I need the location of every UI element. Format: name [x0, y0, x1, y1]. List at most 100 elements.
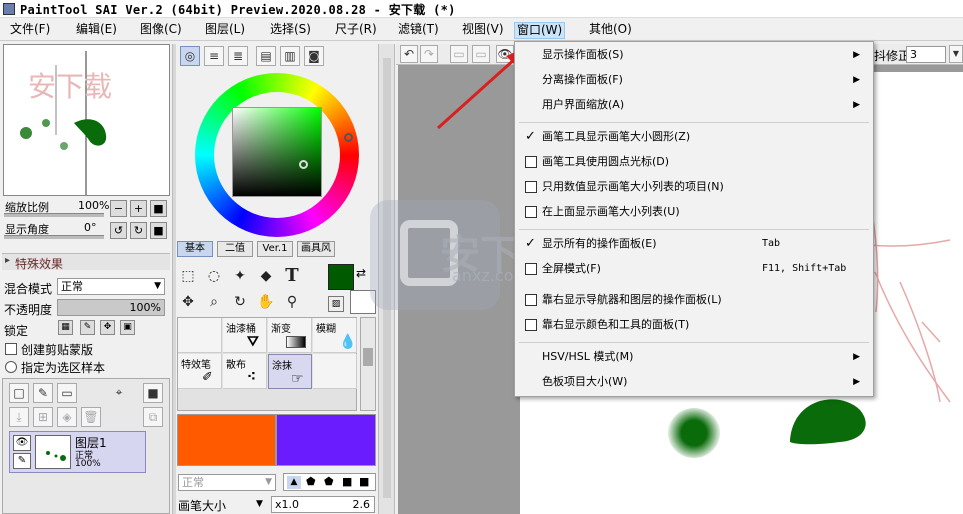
selection-sample-radio[interactable] [5, 361, 17, 373]
rotate-right-button[interactable]: ↻ [130, 222, 147, 239]
brush-cell-fx[interactable]: 特效笔 ✐ [178, 354, 222, 389]
color-swatch-orange[interactable] [177, 414, 276, 466]
brush-cell-empty-2[interactable] [313, 354, 357, 389]
zoom-icon[interactable]: ⌕ [204, 292, 224, 312]
menu-select[interactable]: 选择(S) [268, 22, 313, 39]
menu-swatch-size[interactable]: 色板项目大小(W) ▶ [516, 371, 872, 393]
layer-row[interactable]: 👁 ✎ 图层1 正常 100% [9, 431, 146, 473]
layer-effects-icon[interactable]: ⌖ [109, 383, 129, 403]
menu-show-panels[interactable]: 显示操作面板(S) ▶ [516, 44, 872, 66]
apply-mask-icon[interactable]: ⧉ [143, 407, 163, 427]
menu-ruler[interactable]: 尺子(R) [333, 22, 379, 39]
clipping-mask-checkbox[interactable] [5, 343, 17, 355]
brush-grid-scrollbar[interactable] [360, 317, 376, 411]
brush-mode-icon[interactable]: ✎ [13, 453, 31, 469]
menu-fullscreen[interactable]: 全屏模式(F) F11, Shift+Tab [516, 258, 872, 280]
scrollbar-thumb[interactable] [363, 348, 373, 366]
menu-show-all-panels[interactable]: ✓ 显示所有的操作面板(E) Tab [516, 233, 872, 255]
rotate-icon[interactable]: ↻ [230, 292, 250, 312]
duplicate-layer-icon[interactable]: ⊞ [33, 407, 53, 427]
new-folder-icon[interactable]: ▭ [57, 383, 77, 403]
undo-icon[interactable]: ↶ [400, 45, 418, 63]
brush-cell-smudge[interactable]: 涂抹 ☞ [268, 354, 312, 389]
layer-mask-icon[interactable]: ■ [143, 383, 163, 403]
main-color-swatch[interactable] [328, 264, 354, 290]
effects-header[interactable]: ▸ 特殊效果 [2, 253, 170, 271]
brush-cell-blur[interactable]: 模糊 💧 [313, 318, 357, 353]
tab-artist[interactable]: 画具风 [297, 241, 335, 257]
lock-transparency-icon[interactable]: ▦ [58, 320, 73, 335]
stabilizer-select[interactable]: 3 [906, 46, 946, 63]
shape-icon[interactable]: ◆ [256, 266, 276, 286]
zoom-out-button[interactable]: − [110, 200, 127, 217]
move-icon[interactable]: ✥ [178, 292, 198, 312]
eyedropper-icon[interactable]: ⚲ [282, 292, 302, 312]
color-swatch-purple[interactable] [276, 414, 376, 466]
brush-cell-bucket[interactable]: 油漆桶 ⛛ [223, 318, 267, 353]
eye-icon[interactable]: 👁 [13, 435, 31, 451]
navigator-preview[interactable]: 安下载 [3, 44, 170, 196]
tab-basic[interactable]: 基本 [177, 241, 213, 257]
brush-shape-flat-icon[interactable]: ■ [359, 475, 369, 488]
rotate-reset-button[interactable]: ■ [150, 222, 167, 239]
menu-file[interactable]: 文件(F) [8, 22, 52, 39]
sv-handle[interactable] [299, 160, 308, 169]
menu-image[interactable]: 图像(C) [138, 22, 184, 39]
saturation-value-box[interactable] [232, 107, 322, 197]
brush-size-dropdown-icon[interactable]: ▼ [256, 499, 263, 509]
menu-window[interactable]: 窗口(W) [514, 22, 566, 39]
text-tool-icon[interactable]: T [282, 266, 302, 286]
brush-size-field[interactable]: x1.0 2.6 [271, 496, 375, 513]
panel-divider[interactable] [172, 44, 176, 514]
menu-view[interactable]: 视图(V) [460, 22, 506, 39]
menu-detach-panels[interactable]: 分离操作面板(F) ▶ [516, 69, 872, 91]
menu-hsv-mode[interactable]: HSV/HSL 模式(M) ▶ [516, 346, 872, 368]
brush-shape-square-icon[interactable]: ■ [342, 475, 352, 488]
angle-slider[interactable] [4, 235, 104, 239]
menu-edit[interactable]: 编辑(E) [74, 22, 119, 39]
hand-icon[interactable]: ✋ [256, 292, 276, 312]
zoom-reset-button[interactable]: ■ [150, 200, 167, 217]
menu-brush-size-circle[interactable]: ✓ 画笔工具显示画笔大小圆形(Z) [516, 126, 872, 148]
merge-down-icon[interactable]: ⤓ [9, 407, 29, 427]
color-picker-tab-icon[interactable]: ◙ [304, 46, 324, 66]
new-linework-icon[interactable]: ✎ [33, 383, 53, 403]
brush-shape-wide-icon[interactable]: ⬟ [324, 475, 334, 488]
menu-color-tools-right[interactable]: 靠右显示颜色和工具的面板(T) [516, 314, 872, 336]
brush-shape-selector[interactable]: ▲ ⬟ ⬟ ■ ■ [283, 473, 376, 491]
hsv-slider-tab-icon[interactable]: ≣ [228, 46, 248, 66]
brush-cell-scatter[interactable]: 散布 ⁖ [223, 354, 267, 389]
menu-ui-scale[interactable]: 用户界面缩放(A) ▶ [516, 94, 872, 116]
zoom-in-button[interactable]: + [130, 200, 147, 217]
menu-filter[interactable]: 滤镜(T) [396, 22, 441, 39]
lock-paint-icon[interactable]: ✎ [80, 320, 95, 335]
swatch-tab-icon[interactable]: ▤ [256, 46, 276, 66]
delete-layer-icon[interactable]: 🗑 [81, 407, 101, 427]
transparent-color-icon[interactable]: ▨ [328, 296, 344, 312]
hue-handle[interactable] [344, 133, 353, 142]
menu-dot-cursor[interactable]: 画笔工具使用圆点光标(D) [516, 151, 872, 173]
menu-size-list-top[interactable]: 在上面显示画笔大小列表(U) [516, 201, 872, 223]
blend-mode-select[interactable]: 正常 ▼ [57, 278, 165, 295]
rgb-slider-tab-icon[interactable]: ≡ [204, 46, 224, 66]
stabilizer-dropdown-icon[interactable]: ▼ [949, 45, 963, 63]
menu-other[interactable]: 其他(O) [587, 22, 634, 39]
menu-navigator-right[interactable]: 靠右显示导航器和图层的操作面板(L) [516, 289, 872, 311]
menu-layer[interactable]: 图层(L) [203, 22, 247, 39]
opacity-slider[interactable]: 100% [57, 299, 165, 316]
clear-layer-icon[interactable]: ◈ [57, 407, 77, 427]
swap-colors-icon[interactable]: ⇄ [356, 266, 366, 280]
brush-shape-triangle-icon[interactable]: ▲ [287, 476, 301, 489]
rotate-left-button[interactable]: ↺ [110, 222, 127, 239]
lock-move-icon[interactable]: ✥ [100, 320, 115, 335]
scratchpad-tab-icon[interactable]: ▥ [280, 46, 300, 66]
brush-shape-round-icon[interactable]: ⬟ [306, 475, 316, 488]
magic-wand-icon[interactable]: ✦ [230, 266, 250, 286]
lasso-icon[interactable]: ◌ [204, 266, 224, 286]
brush-cell-empty[interactable] [178, 318, 222, 353]
new-layer-icon[interactable]: □ [9, 383, 29, 403]
lock-all-icon[interactable]: ▣ [120, 320, 135, 335]
tab-ver1[interactable]: Ver.1 [257, 241, 293, 257]
color-wheel-tab-icon[interactable]: ◎ [180, 46, 200, 66]
brush-cell-gradient[interactable]: 渐变 [268, 318, 312, 353]
